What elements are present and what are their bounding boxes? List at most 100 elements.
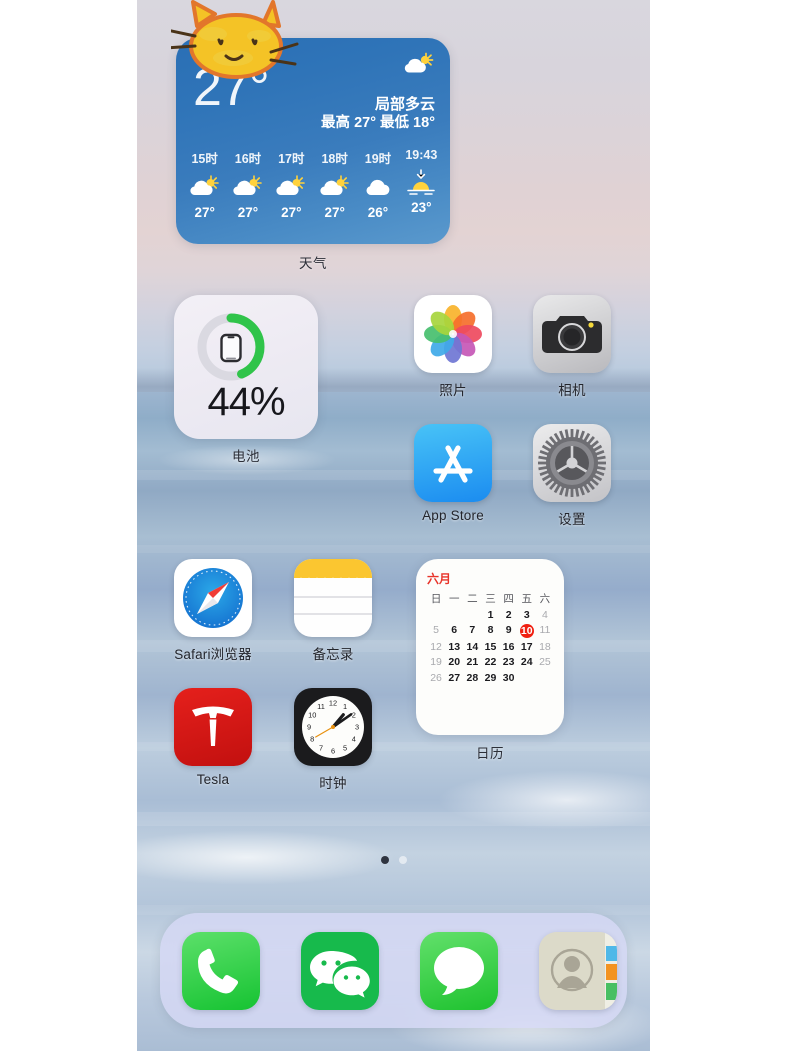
wave-band xyxy=(137,545,650,553)
weather-high-low: 最高 27° 最低 18° xyxy=(321,115,435,131)
battery-ring-icon xyxy=(197,313,265,381)
calendar-day-9: 9 xyxy=(505,624,512,636)
svg-text:6: 6 xyxy=(331,747,335,756)
calendar-day-13: 13 xyxy=(448,640,461,653)
weather-hour-temp: 27° xyxy=(194,205,215,220)
calendar-day-2: 2 xyxy=(505,608,512,621)
calendar-day-10: 10 xyxy=(519,624,534,638)
calendar-day-29: 29 xyxy=(484,671,497,684)
weather-condition: 局部多云 xyxy=(374,96,435,113)
calendar-day-empty: . xyxy=(427,609,445,622)
wechat-icon xyxy=(301,932,379,1010)
weather-hour-3: 17时 27° xyxy=(270,148,313,220)
weather-hour-temp: 27° xyxy=(237,205,259,220)
photos-icon xyxy=(414,295,492,373)
partly-cloudy-icon xyxy=(190,175,219,196)
calendar-day-5: 5 xyxy=(433,624,439,636)
dock-app-phone[interactable] xyxy=(182,932,260,1010)
weather-hour-time: 19:43 xyxy=(405,148,438,162)
dock xyxy=(160,913,627,1028)
calendar-day-26: 26 xyxy=(430,671,442,684)
svg-text:4: 4 xyxy=(352,735,356,744)
page-dot-1[interactable] xyxy=(380,856,389,864)
calendar-day-28: 28 xyxy=(466,671,479,684)
calendar-day-20: 20 xyxy=(448,656,461,668)
weather-widget[interactable]: 27° 局部多云 最高 27° 最低 18° 15时 27° 16时 27° 17时 27… xyxy=(176,38,450,244)
svg-text:9: 9 xyxy=(307,723,311,732)
app-photos[interactable]: 照片 xyxy=(414,295,492,399)
messages-icon xyxy=(420,932,498,1010)
calendar-day-8: 8 xyxy=(487,624,494,636)
safari-icon xyxy=(174,559,252,637)
app-label: App Store xyxy=(422,508,484,523)
app-label: 备忘录 xyxy=(312,647,354,662)
svg-text:11: 11 xyxy=(317,702,325,711)
calendar-day-23: 23 xyxy=(502,656,515,668)
calendar-day-12: 12 xyxy=(430,640,442,653)
app-settings[interactable]: 设置 xyxy=(533,424,611,528)
weather-hour-2: 16时 27° xyxy=(226,148,269,220)
calendar-weekday-1: 日 xyxy=(430,593,442,605)
calendar-weekday-4: 三 xyxy=(485,593,496,605)
calendar-day-21: 21 xyxy=(466,656,479,668)
weather-hour-time: 15时 xyxy=(191,152,218,166)
calendar-widget[interactable]: 六月 日一二三四五六...123456789101112131415161718… xyxy=(416,559,564,735)
calendar-day-empty: . xyxy=(518,672,536,685)
appstore-icon xyxy=(414,424,492,502)
clock-icon: 1 2 3 4 5 6 7 8 9 10 11 12 xyxy=(294,688,372,766)
app-label: 设置 xyxy=(558,512,586,527)
page-dot-2[interactable] xyxy=(398,856,407,864)
calendar-day-25: 25 xyxy=(539,656,551,668)
svg-text:10: 10 xyxy=(308,711,316,720)
battery-widget[interactable]: 44% xyxy=(174,295,318,439)
weather-hour-time: 16时 xyxy=(234,152,262,166)
partly-cloudy-icon xyxy=(404,52,434,73)
calendar-day-16: 16 xyxy=(502,640,515,653)
app-clock[interactable]: 1 2 3 4 5 6 7 8 9 10 11 12 时钟 xyxy=(294,688,372,792)
phone-icon xyxy=(182,932,260,1010)
app-label: Tesla xyxy=(196,772,230,787)
weather-temperature: 27° xyxy=(193,59,270,117)
calendar-widget-label: 日历 xyxy=(476,746,504,761)
dock-app-contacts[interactable] xyxy=(539,932,617,1010)
svg-text:7: 7 xyxy=(319,743,323,752)
app-safari[interactable]: Safari浏览器 xyxy=(174,559,252,663)
app-camera[interactable]: 相机 xyxy=(533,295,611,399)
calendar-weekday-2: 一 xyxy=(448,593,460,605)
weather-hour-temp: 27° xyxy=(324,205,345,220)
svg-text:12: 12 xyxy=(329,699,337,708)
weather-summary: 局部多云 最高 27° 最低 18° xyxy=(321,52,435,134)
battery-percent: 44% xyxy=(207,380,285,424)
calendar-day-11: 11 xyxy=(539,624,551,636)
calendar-day-24: 24 xyxy=(520,656,533,668)
calendar-weekday-5: 四 xyxy=(503,593,514,605)
calendar-weekday-3: 二 xyxy=(467,593,478,605)
app-appstore[interactable]: App Store xyxy=(414,424,492,523)
calendar-day-18: 18 xyxy=(539,640,551,653)
settings-icon xyxy=(533,424,611,502)
dock-app-wechat[interactable] xyxy=(301,932,379,1010)
svg-text:8: 8 xyxy=(310,735,314,744)
calendar-day-empty: . xyxy=(463,609,481,622)
partly-cloudy-icon xyxy=(320,175,349,196)
calendar-day-19: 19 xyxy=(430,656,442,668)
partly-cloudy-icon xyxy=(276,175,306,196)
calendar-weekday-7: 六 xyxy=(539,593,551,605)
calendar-day-30: 30 xyxy=(502,671,515,684)
calendar-day-27: 27 xyxy=(448,671,461,684)
app-notes[interactable]: 备忘录 xyxy=(294,559,372,663)
calendar-day-14: 14 xyxy=(466,640,479,653)
weather-hour-4: 18时 27° xyxy=(313,148,356,220)
svg-text:1: 1 xyxy=(343,702,347,711)
page-indicator[interactable] xyxy=(137,851,650,869)
app-label: Safari浏览器 xyxy=(174,647,252,662)
dock-app-messages[interactable] xyxy=(420,932,498,1010)
calendar-day-6: 6 xyxy=(451,624,458,636)
calendar-day-4: 4 xyxy=(541,608,548,621)
weather-hour-temp: 26° xyxy=(367,205,389,220)
battery-widget-label: 电池 xyxy=(232,449,260,464)
app-tesla[interactable]: Tesla xyxy=(174,688,252,787)
iphone-home-screen: 27° 局部多云 最高 27° 最低 18° 15时 27° 16时 27° 17时 27… xyxy=(137,0,650,1051)
sunset-icon xyxy=(407,169,436,195)
weather-hour-6: 19:43 23° xyxy=(400,148,443,220)
